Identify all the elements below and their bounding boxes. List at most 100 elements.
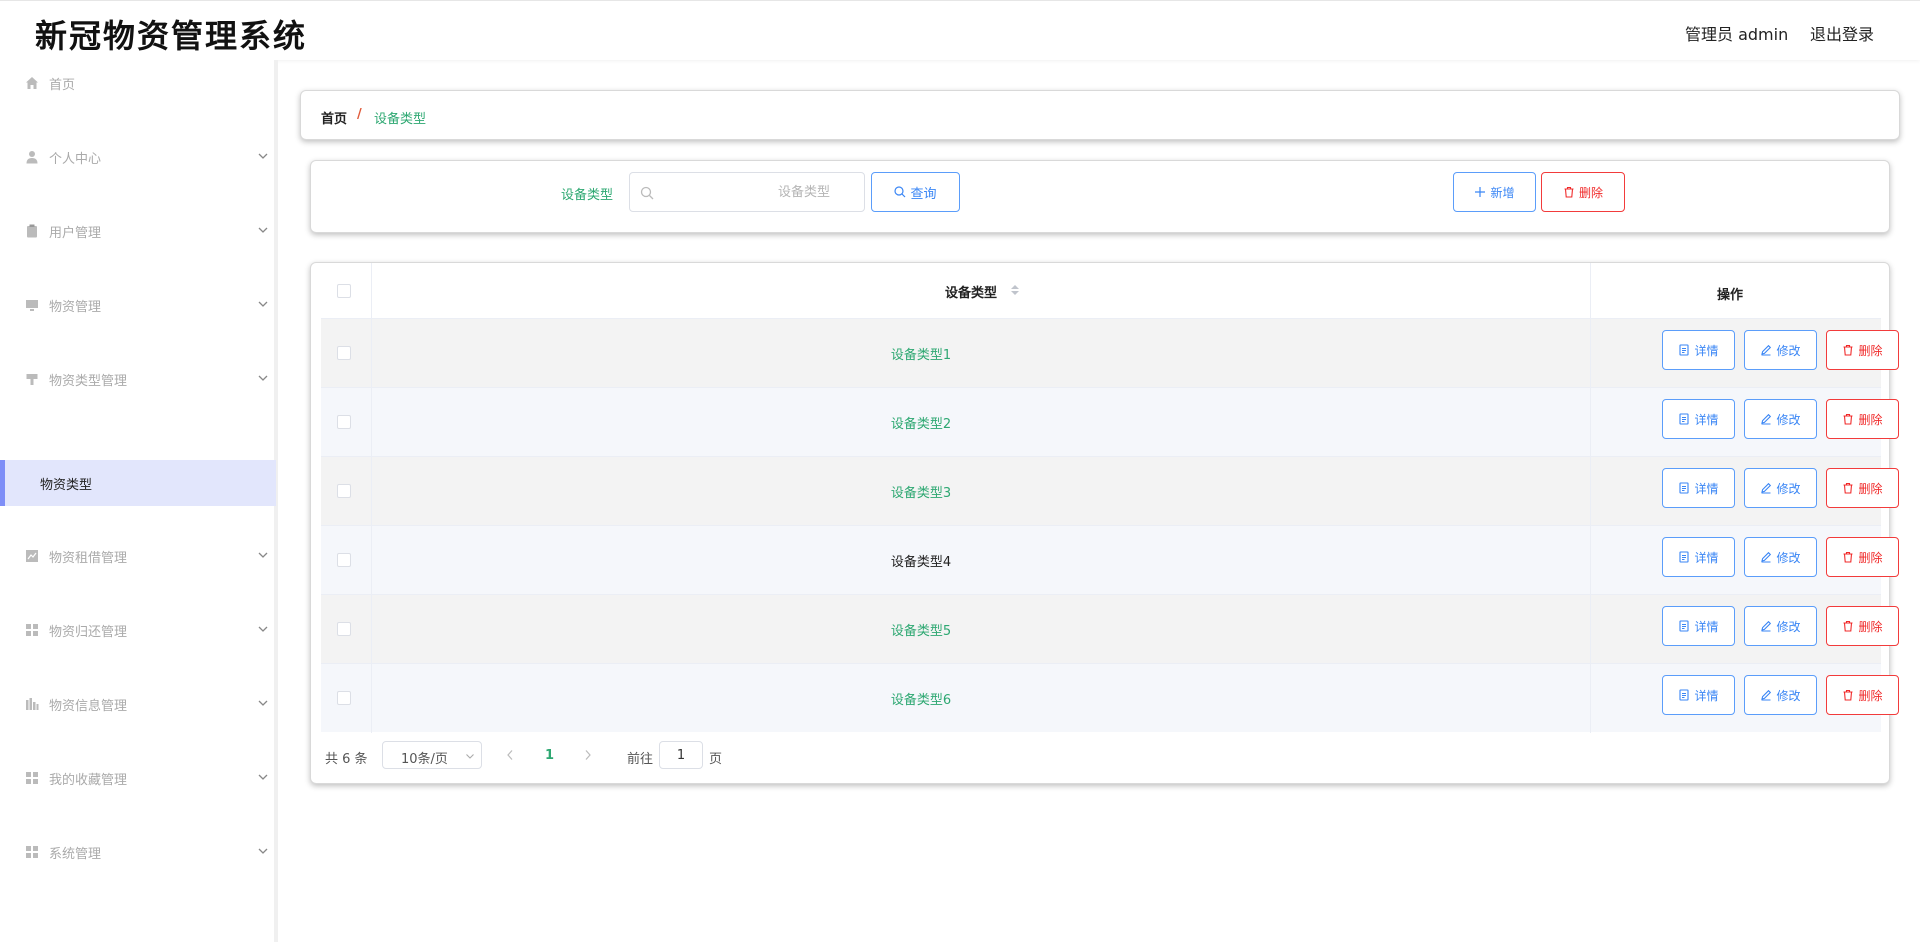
delete-button-label: 删除 bbox=[1858, 550, 1883, 565]
detail-button[interactable]: 详情 bbox=[1662, 675, 1735, 715]
chevron-down-icon bbox=[258, 848, 268, 854]
page-number-current[interactable]: 1 bbox=[545, 748, 554, 763]
document-icon bbox=[1679, 620, 1690, 632]
sidebar-item-return-management[interactable]: 物资归还管理 bbox=[0, 610, 274, 650]
delete-button[interactable]: 删除 bbox=[1826, 606, 1899, 646]
detail-button[interactable]: 详情 bbox=[1662, 468, 1735, 508]
add-button-label: 新增 bbox=[1490, 185, 1515, 200]
table-row: 设备类型6 详情 修改 删除 bbox=[321, 663, 1899, 733]
grid-icon bbox=[26, 624, 38, 636]
edit-button-label: 修改 bbox=[1776, 412, 1801, 427]
edit-button[interactable]: 修改 bbox=[1744, 468, 1817, 508]
row-checkbox[interactable] bbox=[337, 484, 351, 498]
cell-device-type: 设备类型4 bbox=[890, 555, 952, 570]
breadcrumb-current: 设备类型 bbox=[374, 112, 427, 127]
table-header: 设备类型 操作 bbox=[321, 263, 1881, 318]
sidebar-item-label: 物资管理 bbox=[49, 300, 102, 315]
sidebar-item-favorites-management[interactable]: 我的收藏管理 bbox=[0, 758, 274, 798]
delete-button[interactable]: 删除 bbox=[1826, 330, 1899, 370]
edit-button[interactable]: 修改 bbox=[1744, 606, 1817, 646]
search-label: 设备类型 bbox=[561, 188, 614, 203]
document-icon bbox=[1679, 689, 1690, 701]
chevron-down-icon bbox=[258, 375, 268, 381]
search-panel: 设备类型 查询 新增 删除 bbox=[310, 160, 1890, 233]
delete-button[interactable]: 删除 bbox=[1826, 675, 1899, 715]
chevron-down-icon bbox=[258, 700, 268, 706]
column-divider bbox=[1590, 526, 1591, 595]
sidebar-item-user-management[interactable]: 用户管理 bbox=[0, 211, 274, 251]
sidebar-item-material-management[interactable]: 物资管理 bbox=[0, 285, 274, 325]
grid-icon bbox=[26, 846, 38, 858]
sidebar-item-home[interactable]: 首页 bbox=[0, 63, 274, 103]
grid-icon bbox=[26, 772, 38, 784]
row-checkbox[interactable] bbox=[337, 622, 351, 636]
sidebar-item-personal-center[interactable]: 个人中心 bbox=[0, 137, 274, 177]
column-divider bbox=[1590, 457, 1591, 526]
sidebar-item-system-management[interactable]: 系统管理 bbox=[0, 832, 274, 872]
page-size-value: 10条/页 bbox=[401, 752, 448, 767]
pagination-total: 共 6 条 bbox=[325, 752, 368, 767]
column-divider bbox=[1590, 595, 1591, 664]
search-input[interactable] bbox=[660, 173, 860, 211]
detail-button-label: 详情 bbox=[1694, 343, 1719, 358]
delete-button[interactable]: 删除 bbox=[1826, 399, 1899, 439]
row-checkbox[interactable] bbox=[337, 691, 351, 705]
row-checkbox[interactable] bbox=[337, 346, 351, 360]
chevron-down-icon bbox=[258, 227, 268, 233]
user-label: 管理员 admin bbox=[1685, 25, 1789, 44]
goto-label-prefix: 前往 bbox=[627, 752, 654, 767]
query-button[interactable]: 查询 bbox=[871, 172, 960, 212]
delete-button[interactable]: 删除 bbox=[1826, 468, 1899, 508]
detail-button[interactable]: 详情 bbox=[1662, 537, 1735, 577]
sidebar-item-material-type-management[interactable]: 物资类型管理 bbox=[0, 359, 274, 399]
sidebar: 首页 个人中心 用户管理 物资管理 物资类型管理 物资类型 物资租借管理 物资归… bbox=[0, 60, 278, 942]
trash-icon bbox=[1564, 186, 1574, 198]
detail-button[interactable]: 详情 bbox=[1662, 606, 1735, 646]
detail-button[interactable]: 详情 bbox=[1662, 399, 1735, 439]
sidebar-item-label: 我的收藏管理 bbox=[49, 773, 128, 788]
data-table: 设备类型 操作 设备类型1 详情 修改 删除 设备类型2 详情 修改 删除 设备类型3 详情 修改删… bbox=[310, 262, 1899, 784]
sidebar-item-info-management[interactable]: 物资信息管理 bbox=[0, 684, 274, 724]
breadcrumb-home[interactable]: 首页 bbox=[321, 108, 347, 127]
chevron-right-icon[interactable] bbox=[583, 749, 593, 761]
page-size-select[interactable]: 10条/页 bbox=[382, 741, 482, 769]
search-input-wrapper bbox=[629, 172, 865, 212]
detail-button[interactable]: 详情 bbox=[1662, 330, 1735, 370]
sort-icon[interactable] bbox=[1009, 282, 1021, 298]
query-button-label: 查询 bbox=[910, 186, 937, 202]
delete-button-label: 删除 bbox=[1858, 688, 1883, 703]
sidebar-item-rental-management[interactable]: 物资租借管理 bbox=[0, 536, 274, 576]
search-icon bbox=[894, 186, 906, 198]
edit-button-label: 修改 bbox=[1776, 619, 1801, 634]
table-row: 设备类型2 详情 修改 删除 bbox=[321, 387, 1899, 457]
goto-page-input[interactable] bbox=[659, 741, 703, 769]
home-icon bbox=[26, 77, 38, 89]
stamp-icon bbox=[26, 374, 38, 385]
batch-delete-button[interactable]: 删除 bbox=[1541, 172, 1625, 212]
chart-icon bbox=[26, 550, 38, 562]
column-divider bbox=[371, 319, 372, 388]
cell-device-type: 设备类型2 bbox=[890, 417, 952, 432]
chevron-down-icon bbox=[258, 626, 268, 632]
edit-button[interactable]: 修改 bbox=[1744, 537, 1817, 577]
edit-button[interactable]: 修改 bbox=[1744, 330, 1817, 370]
edit-button[interactable]: 修改 bbox=[1744, 399, 1817, 439]
sidebar-item-label: 用户管理 bbox=[49, 226, 102, 241]
sidebar-subitem-label: 物资类型 bbox=[40, 478, 93, 493]
delete-button[interactable]: 删除 bbox=[1826, 537, 1899, 577]
column-divider bbox=[1590, 664, 1591, 733]
trash-icon bbox=[1843, 344, 1853, 356]
column-divider bbox=[371, 526, 372, 595]
chevron-left-icon[interactable] bbox=[505, 749, 515, 761]
select-all-checkbox[interactable] bbox=[337, 284, 351, 298]
add-button[interactable]: 新增 bbox=[1453, 172, 1536, 212]
column-divider bbox=[1590, 319, 1591, 388]
logout-link[interactable]: 退出登录 bbox=[1810, 21, 1874, 45]
sidebar-subitem-material-type[interactable]: 物资类型 bbox=[0, 460, 276, 506]
table-row: 设备类型3 详情 修改 删除 bbox=[321, 456, 1899, 526]
delete-button-label: 删除 bbox=[1858, 343, 1883, 358]
row-checkbox[interactable] bbox=[337, 415, 351, 429]
row-checkbox[interactable] bbox=[337, 553, 351, 567]
edit-button[interactable]: 修改 bbox=[1744, 675, 1817, 715]
document-icon bbox=[1679, 551, 1690, 563]
